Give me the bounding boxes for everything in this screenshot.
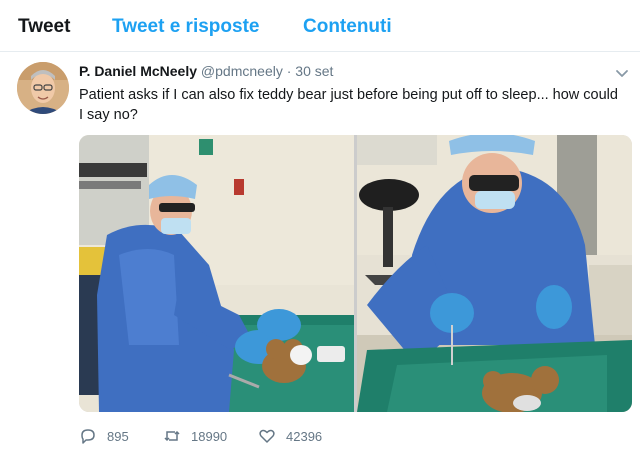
- tweet-text: Patient asks if I can also fix teddy bea…: [79, 87, 618, 123]
- author-name[interactable]: P. Daniel McNeely: [79, 63, 197, 79]
- profile-tabs: Tweet Tweet e risposte Contenuti: [0, 0, 640, 52]
- separator: ·: [286, 63, 292, 79]
- photo-right[interactable]: [357, 135, 632, 412]
- avatar[interactable]: [17, 62, 69, 114]
- tab-media[interactable]: Contenuti: [303, 16, 392, 38]
- tweet-date[interactable]: 30 set: [295, 63, 333, 79]
- like-count: 42396: [286, 428, 323, 444]
- tweet-header: P. Daniel McNeely @pdmcneely · 30 set: [79, 63, 333, 79]
- retweet-action[interactable]: 18990: [163, 426, 227, 446]
- tab-tweets-and-replies[interactable]: Tweet e risposte: [112, 16, 259, 38]
- reply-count: 895: [107, 428, 129, 444]
- retweet-icon: [164, 430, 180, 442]
- like-icon: [259, 429, 275, 443]
- chevron-down-icon[interactable]: [614, 65, 630, 81]
- author-handle[interactable]: @pdmcneely: [201, 63, 283, 79]
- tab-tweet[interactable]: Tweet: [18, 16, 70, 38]
- tweet-media[interactable]: [79, 135, 632, 412]
- photo-left[interactable]: [79, 135, 354, 412]
- reply-icon: [81, 429, 95, 444]
- reply-action[interactable]: 895: [79, 426, 129, 446]
- retweet-count: 18990: [191, 428, 228, 444]
- like-action[interactable]: 42396: [258, 426, 322, 446]
